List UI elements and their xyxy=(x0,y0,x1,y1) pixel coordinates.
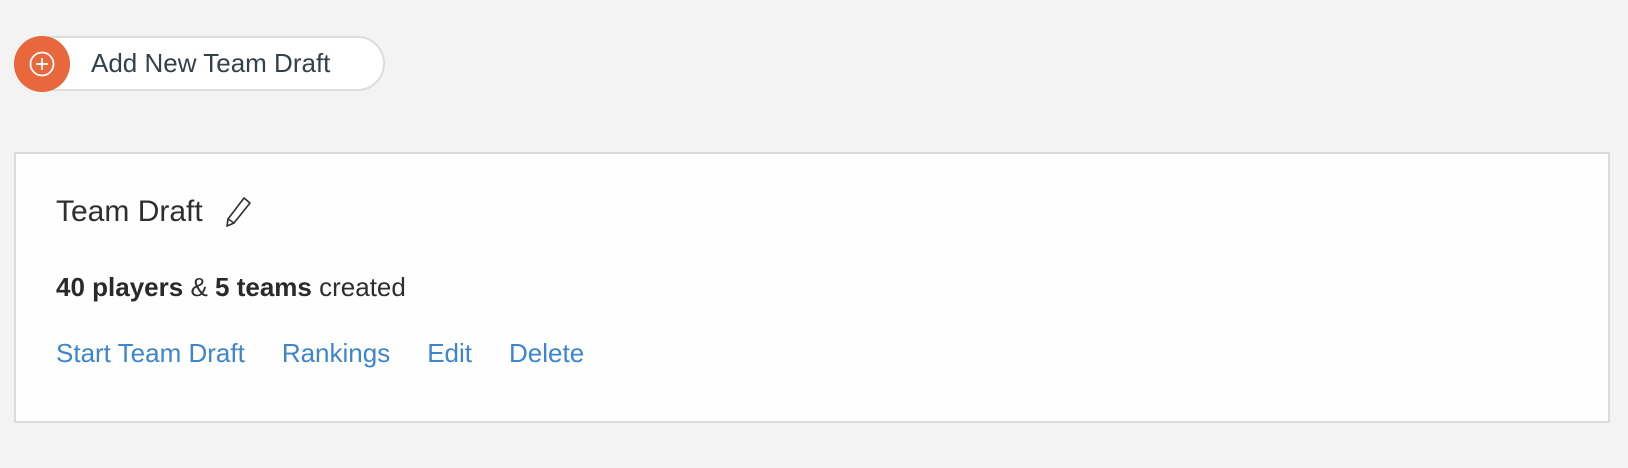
plus-circle-icon xyxy=(14,36,70,92)
add-new-team-draft-button[interactable]: Add New Team Draft xyxy=(14,36,385,92)
draft-summary: 40 players & 5 teams created xyxy=(56,272,406,303)
card-title: Team Draft xyxy=(56,195,203,228)
summary-suffix: created xyxy=(319,272,406,302)
rankings-link[interactable]: Rankings xyxy=(282,338,390,369)
team-draft-card: Team Draft 40 players & 5 teams created … xyxy=(14,152,1610,423)
start-team-draft-link[interactable]: Start Team Draft xyxy=(56,338,245,369)
add-new-team-draft-label: Add New Team Draft xyxy=(91,48,331,78)
teams-count: 5 teams xyxy=(215,272,312,302)
edit-link[interactable]: Edit xyxy=(427,338,472,369)
summary-separator: & xyxy=(190,272,208,302)
card-title-row: Team Draft xyxy=(56,192,253,232)
draft-actions: Start Team Draft Rankings Edit Delete xyxy=(56,338,621,369)
page: Add New Team Draft Team Draft 40 players… xyxy=(0,0,1628,468)
pencil-icon[interactable] xyxy=(225,195,253,229)
players-count: 40 players xyxy=(56,272,184,302)
delete-link[interactable]: Delete xyxy=(509,338,584,369)
